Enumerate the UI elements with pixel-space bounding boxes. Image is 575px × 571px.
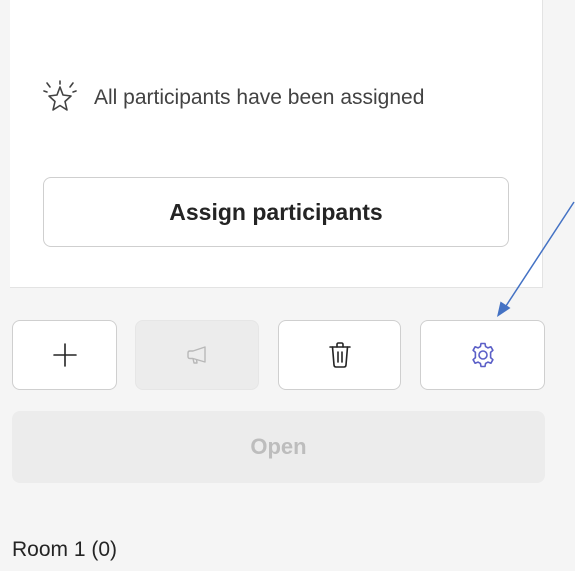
- assign-participants-button[interactable]: Assign participants: [43, 177, 509, 247]
- sparkle-icon: [43, 80, 77, 111]
- trash-icon: [328, 342, 351, 368]
- room-settings-button[interactable]: [420, 320, 545, 390]
- open-rooms-button[interactable]: Open: [12, 411, 545, 483]
- megaphone-icon: [187, 346, 206, 364]
- room-list-item[interactable]: Room 1 (0): [12, 538, 117, 562]
- plus-icon: [52, 343, 77, 367]
- room-name: Room 1: [12, 538, 86, 561]
- announce-button[interactable]: [135, 320, 259, 390]
- add-room-button[interactable]: [12, 320, 117, 390]
- assignment-status: All participants have been assigned: [42, 78, 424, 118]
- delete-room-button[interactable]: [278, 320, 401, 390]
- room-count: (0): [91, 538, 118, 561]
- assignment-status-text: All participants have been assigned: [94, 86, 425, 109]
- gear-icon: [471, 342, 494, 368]
